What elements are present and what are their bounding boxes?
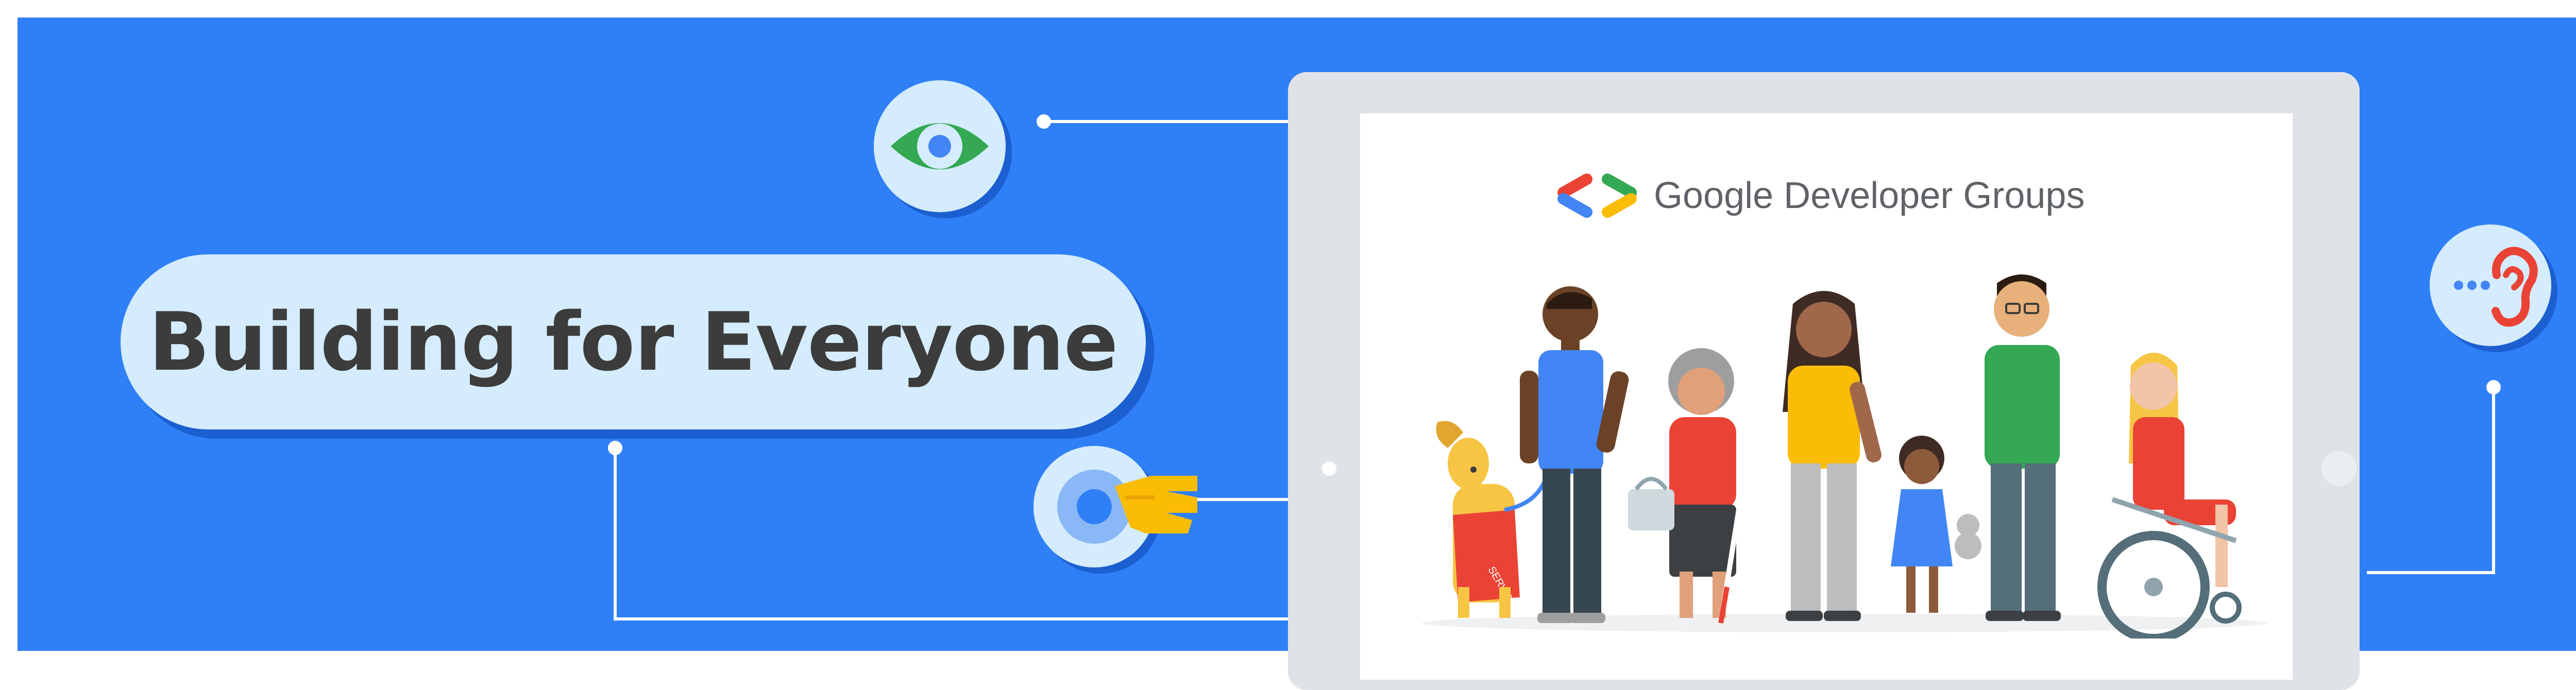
eye-icon — [874, 80, 1012, 218]
woman-wheelchair-figure — [2097, 353, 2242, 639]
people-illustration: SERVICE — [1422, 274, 2267, 639]
man-glasses-figure — [1985, 274, 2061, 621]
title-pill: Building for Everyone — [121, 254, 1146, 429]
gdg-logo-icon — [1557, 174, 1637, 218]
girl-figure — [1891, 436, 1981, 613]
ear-icon — [2430, 225, 2557, 352]
connector-node — [1037, 114, 1051, 129]
brand-logo-row: Google Developer Groups — [1556, 165, 2084, 227]
tablet-home-button — [2321, 451, 2357, 486]
connector-node — [608, 441, 622, 455]
page-title: Building for Everyone — [148, 295, 1118, 389]
tablet-camera — [1322, 461, 1336, 476]
woman-figure — [1783, 291, 1882, 621]
elderly-woman-figure — [1628, 348, 1755, 624]
connector-node — [2486, 380, 2501, 394]
brand-name: Google Developer Groups — [1654, 175, 2085, 216]
man-figure — [1520, 286, 1629, 623]
touch-hand-icon — [1033, 446, 1197, 574]
